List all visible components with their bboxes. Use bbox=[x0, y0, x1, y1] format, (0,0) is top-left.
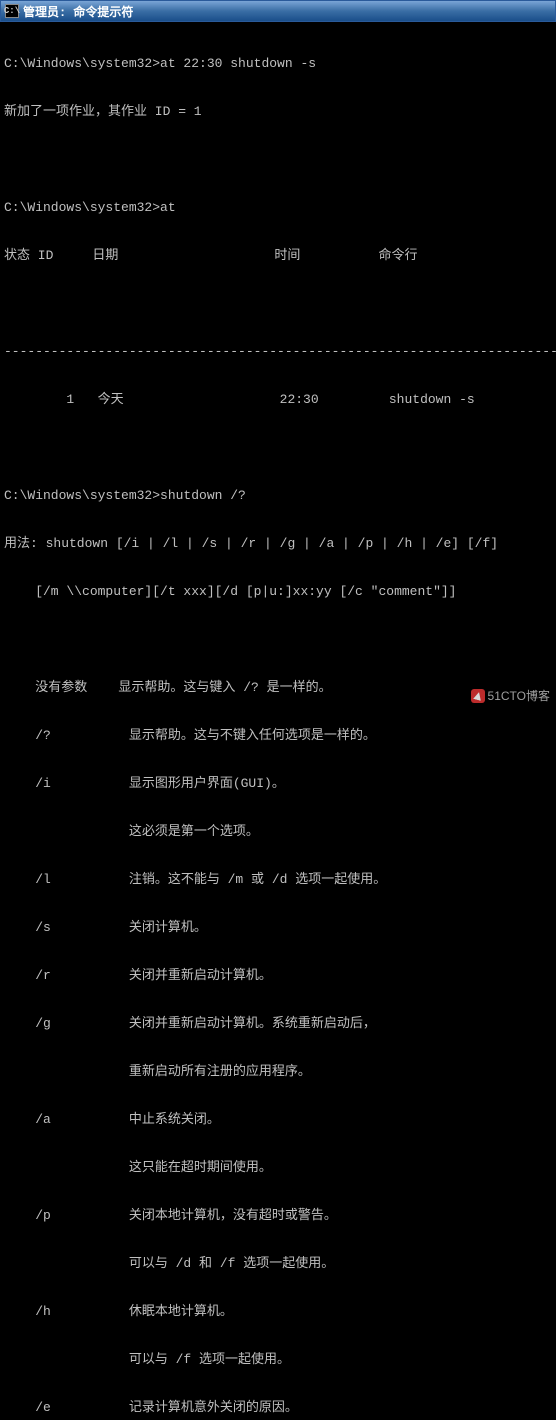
cmd-icon: C:\ bbox=[5, 4, 19, 18]
window-title: 管理员: 命令提示符 bbox=[23, 3, 133, 20]
output-line: /i 显示图形用户界面(GUI)。 bbox=[4, 776, 552, 792]
output-line: /p 关闭本地计算机，没有超时或警告。 bbox=[4, 1208, 552, 1224]
output-line: 新加了一项作业，其作业 ID = 1 bbox=[4, 104, 552, 120]
output-line bbox=[4, 440, 552, 456]
output-line bbox=[4, 152, 552, 168]
watermark-icon bbox=[471, 689, 485, 703]
output-line: /l 注销。这不能与 /m 或 /d 选项一起使用。 bbox=[4, 872, 552, 888]
output-line: 这必须是第一个选项。 bbox=[4, 824, 552, 840]
output-line: C:\Windows\system32>at 22:30 shutdown -s bbox=[4, 56, 552, 72]
output-line: [/m \\computer][/t xxx][/d [p|u:]xx:yy [… bbox=[4, 584, 552, 600]
terminal-output: C:\Windows\system32>at 22:30 shutdown -s… bbox=[0, 22, 556, 1420]
output-line: /h 休眠本地计算机。 bbox=[4, 1304, 552, 1320]
output-line: /g 关闭并重新启动计算机。系统重新启动后， bbox=[4, 1016, 552, 1032]
title-bar[interactable]: C:\ 管理员: 命令提示符 bbox=[0, 0, 556, 22]
watermark-text: 51CTO博客 bbox=[488, 687, 550, 704]
output-line: 1 今天 22:30 shutdown -s bbox=[4, 392, 552, 408]
output-line: /a 中止系统关闭。 bbox=[4, 1112, 552, 1128]
output-line: /? 显示帮助。这与不键入任何选项是一样的。 bbox=[4, 728, 552, 744]
output-line bbox=[4, 632, 552, 648]
output-line: 用法: shutdown [/i | /l | /s | /r | /g | /… bbox=[4, 536, 552, 552]
output-line: ----------------------------------------… bbox=[4, 344, 552, 360]
output-line: /r 关闭并重新启动计算机。 bbox=[4, 968, 552, 984]
output-line: /e 记录计算机意外关闭的原因。 bbox=[4, 1400, 552, 1416]
output-line: 状态 ID 日期 时间 命令行 bbox=[4, 248, 552, 264]
output-line: 可以与 /f 选项一起使用。 bbox=[4, 1352, 552, 1368]
output-line: C:\Windows\system32>at bbox=[4, 200, 552, 216]
output-line: 这只能在超时期间使用。 bbox=[4, 1160, 552, 1176]
watermark: 51CTO博客 bbox=[471, 687, 550, 704]
output-line: 可以与 /d 和 /f 选项一起使用。 bbox=[4, 1256, 552, 1272]
output-line: /s 关闭计算机。 bbox=[4, 920, 552, 936]
output-line: C:\Windows\system32>shutdown /? bbox=[4, 488, 552, 504]
output-line bbox=[4, 296, 552, 312]
output-line: 重新启动所有注册的应用程序。 bbox=[4, 1064, 552, 1080]
